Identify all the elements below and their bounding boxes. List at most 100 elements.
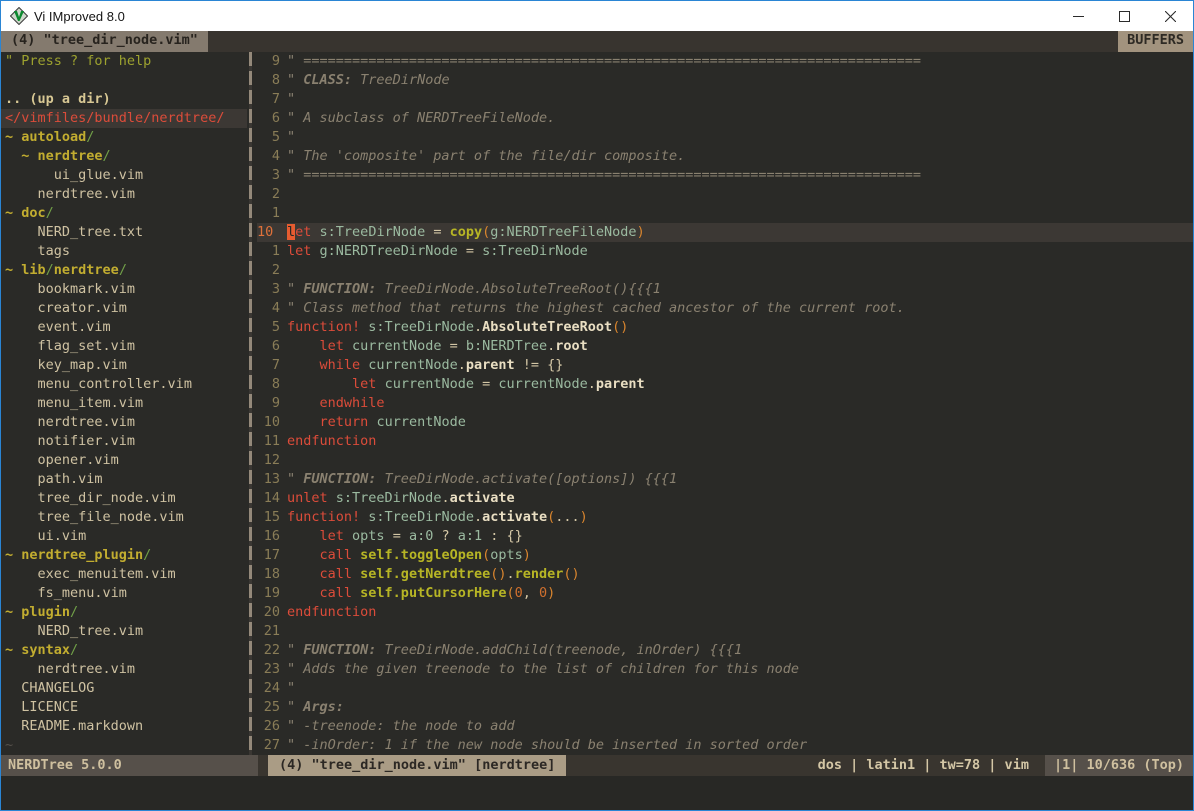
- tree-row[interactable]: exec_menuitem.vim: [1, 565, 247, 584]
- tree-row[interactable]: tree_dir_node.vim: [1, 489, 247, 508]
- tree-row[interactable]: ~ doc/: [1, 204, 247, 223]
- line-number: 15: [257, 508, 280, 527]
- tree-row[interactable]: LICENCE: [1, 698, 247, 717]
- tree-row[interactable]: path.vim: [1, 470, 247, 489]
- tree-row[interactable]: ui_glue.vim: [1, 166, 247, 185]
- tree-row[interactable]: ~ lib/nerdtree/: [1, 261, 247, 280]
- tree-row[interactable]: creator.vim: [1, 299, 247, 318]
- tree-row[interactable]: NERD_tree.txt: [1, 223, 247, 242]
- code-line[interactable]: 18 call self.getNerdtree().render(): [257, 565, 1193, 584]
- code-line[interactable]: 27" -inOrder: 1 if the new node should b…: [257, 736, 1193, 755]
- code-line[interactable]: 5function! s:TreeDirNode.AbsoluteTreeRoo…: [257, 318, 1193, 337]
- code-line[interactable]: 19 call self.putCursorHere(0, 0): [257, 584, 1193, 603]
- code-line[interactable]: 13" FUNCTION: TreeDirNode.activate([opti…: [257, 470, 1193, 489]
- tree-row[interactable]: nerdtree.vim: [1, 185, 247, 204]
- code-line[interactable]: 6" A subclass of NERDTreeFileNode.: [257, 109, 1193, 128]
- vim-icon: [10, 7, 28, 25]
- tree-row[interactable]: menu_item.vim: [1, 394, 247, 413]
- statusline-ruler: |1| 10/636 (Top): [1045, 755, 1193, 776]
- tree-row[interactable]: ~: [1, 736, 247, 755]
- tree-row[interactable]: .. (up a dir): [1, 90, 247, 109]
- tree-row[interactable]: tags: [1, 242, 247, 261]
- minimize-button[interactable]: [1055, 1, 1101, 31]
- line-number: 24: [257, 679, 280, 698]
- maximize-button[interactable]: [1101, 1, 1147, 31]
- line-number: 12: [257, 451, 280, 470]
- code-line[interactable]: 26" -treenode: the node to add: [257, 717, 1193, 736]
- tree-row[interactable]: ~ syntax/: [1, 641, 247, 660]
- code-line[interactable]: 15function! s:TreeDirNode.activate(...): [257, 508, 1193, 527]
- code-line[interactable]: 2: [257, 185, 1193, 204]
- line-number: 8: [257, 71, 280, 90]
- tree-row[interactable]: CHANGELOG: [1, 679, 247, 698]
- tree-root-row[interactable]: </vimfiles/bundle/nerdtree/: [1, 109, 247, 128]
- tree-row[interactable]: opener.vim: [1, 451, 247, 470]
- line-number: 13: [257, 470, 280, 489]
- tab-tree-dir-node[interactable]: (4) "tree_dir_node.vim": [1, 31, 208, 52]
- code-line[interactable]: 22" FUNCTION: TreeDirNode.addChild(treen…: [257, 641, 1193, 660]
- code-line[interactable]: 6 let currentNode = b:NERDTree.root: [257, 337, 1193, 356]
- tree-row[interactable]: tree_file_node.vim: [1, 508, 247, 527]
- line-number: 1: [257, 204, 280, 223]
- tabline-fill: [208, 31, 1118, 52]
- tree-row[interactable]: flag_set.vim: [1, 337, 247, 356]
- editor-buffer: 9" =====================================…: [257, 52, 1193, 755]
- buffers-label: BUFFERS: [1118, 31, 1193, 52]
- code-line[interactable]: 25" Args:: [257, 698, 1193, 717]
- tree-row[interactable]: nerdtree.vim: [1, 660, 247, 679]
- code-line[interactable]: 7": [257, 90, 1193, 109]
- tree-row[interactable]: NERD_tree.vim: [1, 622, 247, 641]
- tree-row[interactable]: nerdtree.vim: [1, 413, 247, 432]
- window-controls: [1055, 1, 1193, 31]
- code-line[interactable]: 21: [257, 622, 1193, 641]
- code-line[interactable]: 4" Class method that returns the highest…: [257, 299, 1193, 318]
- tree-row[interactable]: README.markdown: [1, 717, 247, 736]
- line-number: 10: [257, 223, 280, 242]
- line-number: 6: [257, 337, 280, 356]
- tree-row[interactable]: ~ autoload/: [1, 128, 247, 147]
- code-line[interactable]: 2: [257, 261, 1193, 280]
- code-line[interactable]: 3" FUNCTION: TreeDirNode.AbsoluteTreeRoo…: [257, 280, 1193, 299]
- code-line[interactable]: 5": [257, 128, 1193, 147]
- tree-row[interactable]: key_map.vim: [1, 356, 247, 375]
- code-line[interactable]: 8 let currentNode = currentNode.parent: [257, 375, 1193, 394]
- tree-row[interactable]: menu_controller.vim: [1, 375, 247, 394]
- tree-row[interactable]: ui.vim: [1, 527, 247, 546]
- tree-row[interactable]: ~ nerdtree/: [1, 147, 247, 166]
- tree-row[interactable]: ~ nerdtree_plugin/: [1, 546, 247, 565]
- tree-row[interactable]: ~ plugin/: [1, 603, 247, 622]
- code-line[interactable]: 9 endwhile: [257, 394, 1193, 413]
- statusline-file-options: dos | latin1 | tw=78 | vim: [818, 755, 1045, 776]
- tree-row[interactable]: " Press ? for help: [1, 52, 247, 71]
- code-line[interactable]: 4" The 'composite' part of the file/dir …: [257, 147, 1193, 166]
- gvim-window: Vi IMproved 8.0 (4) "tree_dir_node.vim" …: [0, 0, 1194, 811]
- code-line[interactable]: 12: [257, 451, 1193, 470]
- line-number: 11: [257, 432, 280, 451]
- code-line-cursor[interactable]: 10let s:TreeDirNode = copy(g:NERDTreeFil…: [257, 223, 1193, 242]
- code-line[interactable]: 3" =====================================…: [257, 166, 1193, 185]
- command-line[interactable]: [1, 776, 1193, 810]
- code-line[interactable]: 17 call self.toggleOpen(opts): [257, 546, 1193, 565]
- code-line[interactable]: 9" =====================================…: [257, 52, 1193, 71]
- code-line[interactable]: 1: [257, 204, 1193, 223]
- code-line[interactable]: 10 return currentNode: [257, 413, 1193, 432]
- code-line[interactable]: 14unlet s:TreeDirNode.activate: [257, 489, 1193, 508]
- tree-row[interactable]: bookmark.vim: [1, 280, 247, 299]
- close-button[interactable]: [1147, 1, 1193, 31]
- code-line[interactable]: 20endfunction: [257, 603, 1193, 622]
- code-line[interactable]: 16 let opts = a:0 ? a:1 : {}: [257, 527, 1193, 546]
- code-line[interactable]: 23" Adds the given treenode to the list …: [257, 660, 1193, 679]
- tree-row[interactable]: fs_menu.vim: [1, 584, 247, 603]
- tree-row[interactable]: event.vim: [1, 318, 247, 337]
- tree-row[interactable]: notifier.vim: [1, 432, 247, 451]
- window-separator[interactable]: [247, 52, 257, 755]
- window-title: Vi IMproved 8.0: [34, 9, 125, 24]
- tree-row[interactable]: [1, 71, 247, 90]
- code-line[interactable]: 8" CLASS: TreeDirNode: [257, 71, 1193, 90]
- line-number: 1: [257, 242, 280, 261]
- line-number: 21: [257, 622, 280, 641]
- code-line[interactable]: 7 while currentNode.parent != {}: [257, 356, 1193, 375]
- code-line[interactable]: 11endfunction: [257, 432, 1193, 451]
- code-line[interactable]: 1let g:NERDTreeDirNode = s:TreeDirNode: [257, 242, 1193, 261]
- code-line[interactable]: 24": [257, 679, 1193, 698]
